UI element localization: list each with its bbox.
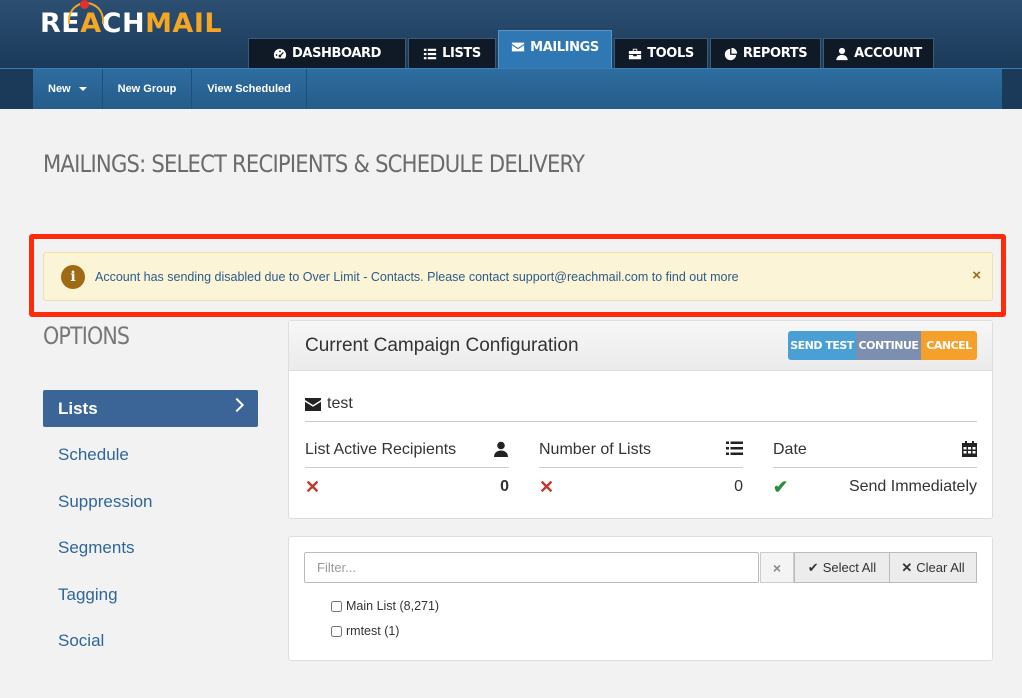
page-title: MAILINGS: SELECT RECIPIENTS & SCHEDULE D… — [43, 150, 585, 178]
continue-button[interactable]: CONTINUE — [856, 331, 921, 360]
stat-label: List Active Recipients — [305, 441, 457, 458]
tab-reports-label: REPORTS — [742, 46, 808, 61]
check-icon: ✔ — [773, 477, 789, 497]
campaign-config-title: Current Campaign Configuration — [305, 335, 579, 356]
cancel-button[interactable]: CANCEL — [921, 331, 977, 360]
tab-mailings[interactable]: MAILINGS — [498, 30, 612, 68]
error-x-icon: ✕ — [539, 477, 555, 497]
subbar-right-strip — [1002, 69, 1022, 109]
options-heading: OPTIONS — [43, 322, 130, 350]
option-tagging-label: Tagging — [58, 584, 118, 604]
divider — [539, 467, 743, 468]
mailing-name: test — [305, 395, 353, 413]
option-suppression-label: Suppression — [58, 491, 153, 511]
envelope-icon — [305, 397, 321, 411]
tab-lists[interactable]: LISTS — [408, 38, 496, 68]
view-scheduled-label: View Scheduled — [207, 83, 291, 95]
mailing-name-text: test — [327, 395, 353, 412]
check-icon: ✔ — [807, 559, 819, 575]
pie-chart-icon — [724, 47, 737, 60]
toolbox-icon — [629, 48, 642, 59]
alert-message: Account has sending disabled due to Over… — [95, 269, 739, 284]
user-icon — [494, 441, 508, 457]
option-schedule[interactable]: Schedule — [43, 437, 258, 474]
clear-filter-button[interactable]: × — [760, 552, 794, 583]
tab-mailings-label: MAILINGS — [530, 40, 599, 55]
close-icon: ✕ — [901, 559, 913, 575]
tab-account[interactable]: ACCOUNT — [823, 38, 934, 68]
envelope-icon — [512, 42, 525, 52]
campaign-config-header: Current Campaign Configuration SEND TEST… — [289, 321, 992, 371]
new-group-link[interactable]: New Group — [103, 69, 193, 109]
new-dropdown[interactable]: New — [33, 69, 103, 109]
divider — [305, 467, 509, 468]
sub-nav-bar: New New Group View Scheduled — [0, 68, 1022, 109]
reachmail-logo[interactable]: REACHMAIL — [40, 0, 223, 39]
option-segments-label: Segments — [58, 538, 135, 557]
filter-input[interactable] — [304, 552, 759, 583]
sub-nav: New New Group View Scheduled — [33, 69, 307, 109]
logo-text-4: MAIL — [145, 8, 223, 39]
option-segments[interactable]: Segments — [43, 530, 258, 567]
option-social-label: Social — [58, 631, 105, 650]
divider — [305, 421, 977, 422]
caret-down-icon — [78, 87, 87, 91]
new-label: New — [48, 83, 71, 95]
speedometer-icon — [273, 48, 287, 58]
main-nav-tabs: DASHBOARD LISTS MAILINGS TOOLS REPORTS A… — [248, 30, 936, 68]
stat-date: Date ✔ Send Immediately — [773, 441, 977, 497]
error-x-icon: ✕ — [305, 477, 321, 497]
tab-tools-label: TOOLS — [647, 46, 694, 61]
tab-account-label: ACCOUNT — [854, 46, 922, 61]
list-checkbox[interactable] — [331, 600, 342, 612]
user-icon — [836, 47, 848, 60]
stat-active-recipients: List Active Recipients ✕ 0 — [305, 441, 509, 497]
stat-value: Send Immediately — [848, 478, 977, 495]
option-schedule-label: Schedule — [58, 445, 129, 464]
stat-value: 0 — [734, 478, 743, 495]
tab-lists-label: LISTS — [442, 46, 481, 61]
list-icon — [726, 441, 743, 455]
select-all-button[interactable]: ✔ Select All — [794, 552, 890, 583]
info-icon: i — [61, 264, 85, 289]
option-lists[interactable]: Lists — [43, 390, 258, 427]
subbar-left-strip — [0, 69, 33, 109]
clear-all-label: Clear All — [916, 560, 965, 575]
list-item-label: rmtest (1) — [346, 624, 400, 638]
option-tagging[interactable]: Tagging — [43, 576, 258, 613]
send-test-button[interactable]: SEND TEST — [788, 331, 856, 360]
stat-number-of-lists: Number of Lists ✕ 0 — [539, 441, 743, 497]
sending-disabled-alert: i Account has sending disabled due to Ov… — [43, 252, 993, 301]
tab-tools[interactable]: TOOLS — [614, 38, 708, 68]
option-suppression[interactable]: Suppression — [43, 483, 258, 520]
campaign-actions: SEND TEST CONTINUE CANCEL — [788, 331, 977, 360]
close-icon[interactable]: × — [972, 267, 981, 284]
logo-text-3: CH — [101, 8, 146, 39]
top-header: REACHMAIL DASHBOARD LISTS MAILINGS TOOLS… — [0, 0, 1022, 68]
chevron-right-icon — [229, 397, 245, 413]
list-selection-panel: × ✔ Select All ✕ Clear All Main List (8,… — [288, 536, 993, 661]
select-all-label: Select All — [822, 560, 877, 575]
stat-label: Date — [773, 441, 807, 458]
list-checkbox[interactable] — [331, 625, 342, 637]
tab-reports[interactable]: REPORTS — [710, 38, 821, 68]
options-nav: Lists Schedule Suppression Segments Tagg… — [43, 390, 258, 669]
option-social[interactable]: Social — [43, 623, 258, 660]
stat-value: 0 — [500, 478, 509, 495]
view-scheduled-link[interactable]: View Scheduled — [192, 69, 307, 109]
list-item[interactable]: rmtest (1) — [331, 624, 399, 638]
calendar-icon — [962, 441, 977, 457]
divider — [773, 467, 977, 468]
stat-label: Number of Lists — [539, 441, 652, 458]
list-icon — [424, 48, 437, 59]
list-item-label: Main List (8,271) — [346, 599, 440, 613]
new-group-label: New Group — [117, 83, 177, 95]
campaign-config-panel: Current Campaign Configuration SEND TEST… — [288, 320, 993, 519]
tab-dashboard[interactable]: DASHBOARD — [248, 38, 406, 68]
list-item[interactable]: Main List (8,271) — [331, 599, 439, 613]
tab-dashboard-label: DASHBOARD — [292, 46, 381, 61]
option-lists-label: Lists — [58, 398, 98, 418]
logo-dot — [80, 0, 89, 9]
clear-all-button[interactable]: ✕ Clear All — [889, 552, 977, 583]
